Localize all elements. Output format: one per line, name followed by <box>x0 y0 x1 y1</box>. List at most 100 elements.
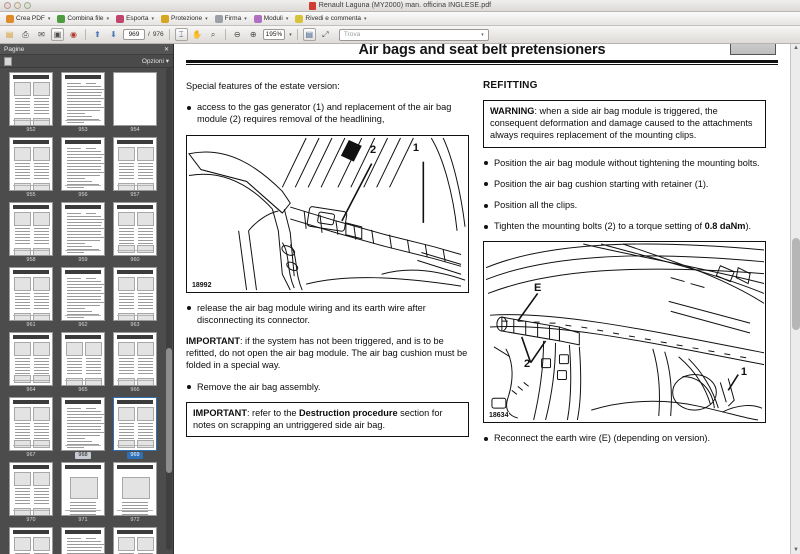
thumbnail-preview[interactable] <box>113 137 157 191</box>
thumbnail-preview[interactable] <box>9 397 53 451</box>
sidebar-scrollbar[interactable] <box>166 68 172 550</box>
zoom-in-icon[interactable]: ⊕ <box>247 28 260 41</box>
taskbar-item-esporta[interactable]: Esporta ▾ <box>113 13 157 25</box>
zoom-out-icon[interactable]: ⊖ <box>231 28 244 41</box>
thumbnail-preview[interactable] <box>113 202 157 256</box>
email-icon[interactable]: ✉ <box>35 28 48 41</box>
thumbnail-page-number: 969 <box>127 452 143 459</box>
thumbnail-preview[interactable] <box>9 267 53 321</box>
close-panel-icon[interactable]: ✕ <box>164 46 169 53</box>
scroll-down-icon[interactable]: ▼ <box>792 546 800 554</box>
thumbnail-preview[interactable] <box>61 527 105 554</box>
pdf-file-icon <box>308 1 316 10</box>
page-thumbnail-970[interactable]: 970 <box>6 462 56 524</box>
arrow-up-icon[interactable]: ⬆ <box>91 28 104 41</box>
page-thumbnail-965[interactable]: 965 <box>58 332 108 394</box>
page-thumbnail-954[interactable]: 954 <box>110 72 160 134</box>
printer-icon[interactable]: ⎙ <box>19 28 32 41</box>
figure-callout-2: 2 <box>370 143 377 156</box>
thumbnail-preview[interactable] <box>9 332 53 386</box>
sidebar-options-button[interactable]: Opzioni ▾ <box>142 57 169 65</box>
zoom-level-input[interactable]: 195% <box>262 29 286 40</box>
page-thumbnail-961[interactable]: 961 <box>6 267 56 329</box>
chevron-down-icon[interactable]: ▾ <box>107 16 110 22</box>
thumbnail-preview[interactable] <box>9 527 53 554</box>
taskbar-item-rivedi-e-commenta[interactable]: Rivedi e commenta ▾ <box>292 13 369 25</box>
thumbnail-preview[interactable] <box>61 202 105 256</box>
document-scrollbar[interactable]: ▲ ▼ <box>790 44 800 554</box>
current-page-input[interactable]: 969 <box>123 29 145 40</box>
page-thumbnail-964[interactable]: 964 <box>6 332 56 394</box>
page-thumbnail-974[interactable]: 974 <box>58 527 108 554</box>
page-thumbnail-956[interactable]: 956 <box>58 137 108 199</box>
thumbnail-preview[interactable] <box>61 462 105 516</box>
thumbnail-preview[interactable] <box>61 72 105 126</box>
page-thumbnail-953[interactable]: 953 <box>58 72 108 134</box>
thumbnail-preview[interactable] <box>113 397 157 451</box>
page-thumbnail-969[interactable]: 969 <box>110 397 160 459</box>
page-thumbnail-972[interactable]: 972 <box>110 462 160 524</box>
thumbnail-preview[interactable] <box>9 72 53 126</box>
chevron-down-icon[interactable]: ▾ <box>48 16 51 22</box>
page-thumbnail-968[interactable]: 968 <box>58 397 108 459</box>
page-thumbnail-955[interactable]: 955 <box>6 137 56 199</box>
chevron-down-icon[interactable]: ▾ <box>289 32 292 38</box>
thumbnail-preview[interactable] <box>9 202 53 256</box>
tighten-post: ). <box>745 221 752 232</box>
taskbar-item-moduli[interactable]: Moduli ▾ <box>251 13 292 25</box>
page-thumbnail-957[interactable]: 957 <box>110 137 160 199</box>
page-thumbnail-967[interactable]: 967 <box>6 397 56 459</box>
thumbnail-preview[interactable] <box>61 137 105 191</box>
select-text-icon[interactable]: ⌶ <box>174 28 188 41</box>
thumbnail-preview[interactable] <box>61 397 105 451</box>
document-view[interactable]: Air bags and seat belt pretensioners Spe… <box>174 44 800 554</box>
chevron-down-icon[interactable]: ▾ <box>481 32 484 38</box>
page-thumbnail-971[interactable]: 971 <box>58 462 108 524</box>
page-thumbnail-963[interactable]: 963 <box>110 267 160 329</box>
thumbnail-page-number: 967 <box>26 452 36 458</box>
chevron-down-icon[interactable]: ▾ <box>166 58 169 65</box>
taskbar-item-firma[interactable]: Firma ▾ <box>212 13 250 25</box>
chevron-down-icon[interactable]: ▾ <box>364 16 367 22</box>
page-thumbnail-952[interactable]: 952 <box>6 72 56 134</box>
folder-open-icon[interactable]: ▤ <box>3 28 16 41</box>
thumbnail-page-number: 964 <box>26 387 36 393</box>
document-scrollbar-thumb[interactable] <box>792 237 800 330</box>
scroll-up-icon[interactable]: ▲ <box>792 44 800 52</box>
thumbnail-preview[interactable] <box>9 462 53 516</box>
marquee-zoom-icon[interactable]: ⌕ <box>207 28 220 41</box>
taskbar-item-protezione[interactable]: Protezione ▾ <box>158 13 211 25</box>
page-thumbnail-962[interactable]: 962 <box>58 267 108 329</box>
thumbnail-preview[interactable] <box>113 462 157 516</box>
search-input[interactable]: Trova ▾ <box>338 28 489 41</box>
camera-icon[interactable]: ◉ <box>67 28 80 41</box>
chevron-down-icon[interactable]: ▾ <box>205 16 208 22</box>
taskbar-item-combina-file[interactable]: Combina file ▾ <box>54 13 112 25</box>
thumbnail-size-icon[interactable] <box>4 56 12 66</box>
thumbnail-preview[interactable] <box>9 137 53 191</box>
page-thumbnail-959[interactable]: 959 <box>58 202 108 264</box>
hand-icon[interactable]: ✋ <box>191 28 204 41</box>
thumbnail-preview[interactable] <box>113 332 157 386</box>
fit-width-icon[interactable]: ⤢ <box>319 28 332 41</box>
page-thumbnail-958[interactable]: 958 <box>6 202 56 264</box>
sidebar-scrollbar-thumb[interactable] <box>166 347 172 473</box>
thumbnail-preview[interactable] <box>61 332 105 386</box>
thumbnail-preview[interactable] <box>113 267 157 321</box>
taskbar-item-crea-pdf[interactable]: Crea PDF ▾ <box>3 13 53 25</box>
chevron-down-icon[interactable]: ▾ <box>244 16 247 22</box>
thumbnail-preview[interactable] <box>61 267 105 321</box>
thumbnail-preview[interactable] <box>113 527 157 554</box>
thumbnail-preview[interactable] <box>113 72 157 126</box>
arrow-down-icon[interactable]: ⬇ <box>107 28 120 41</box>
page-thumbnail-966[interactable]: 966 <box>110 332 160 394</box>
bullet-release-wiring: release the air bag module wiring and it… <box>186 302 469 326</box>
page-thumbnail-960[interactable]: 960 <box>110 202 160 264</box>
chevron-down-icon[interactable]: ▾ <box>151 16 154 22</box>
page-thumbnail-973[interactable]: 973 <box>6 527 56 554</box>
fit-page-icon[interactable]: ▤ <box>302 28 316 41</box>
chevron-down-icon[interactable]: ▾ <box>286 16 289 22</box>
page-thumbnail-975[interactable]: 975 <box>110 527 160 554</box>
page-thumbnail-list[interactable]: 952 953 954 955 956 957 958 959 960 961 962 963 964 9… <box>0 68 173 554</box>
snapshot-icon[interactable]: ▣ <box>51 28 64 41</box>
